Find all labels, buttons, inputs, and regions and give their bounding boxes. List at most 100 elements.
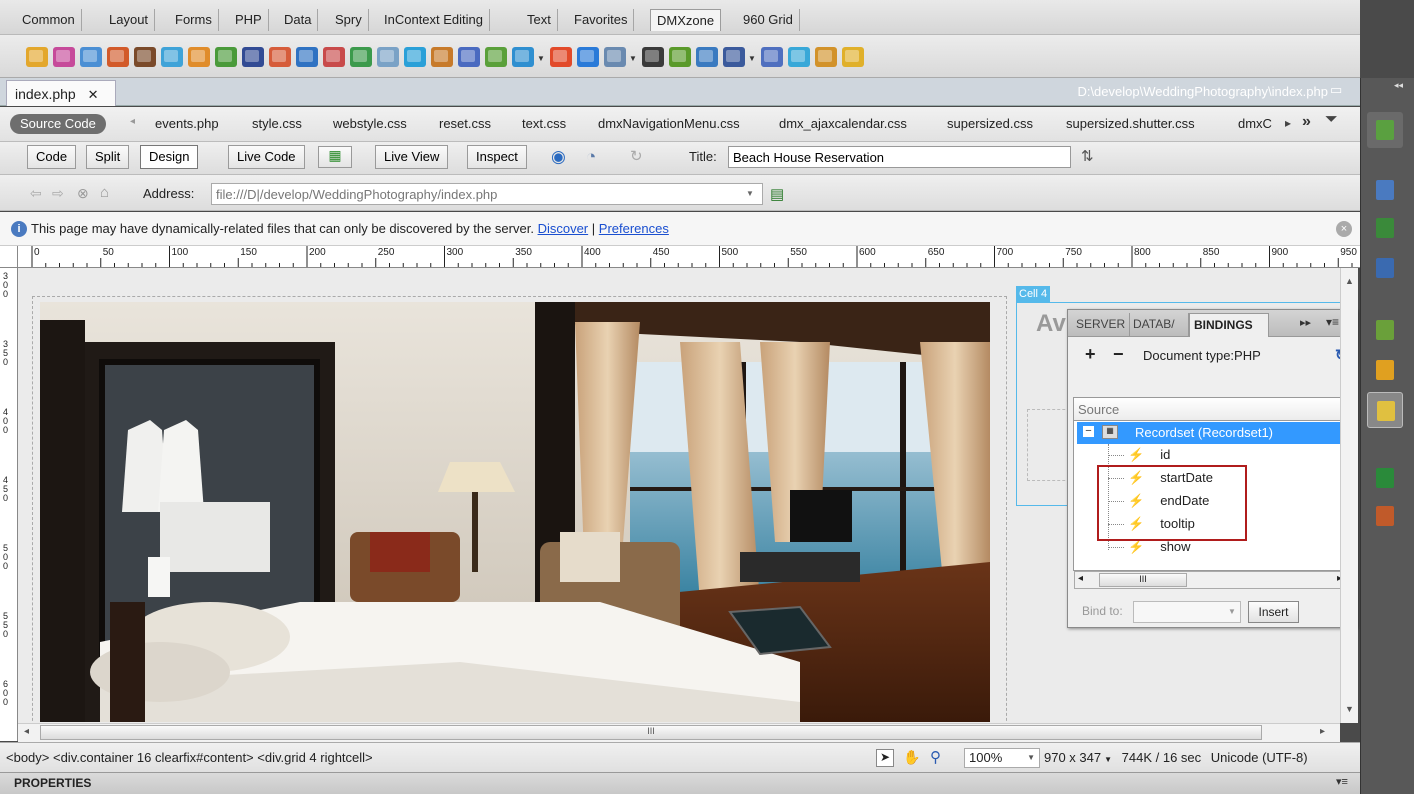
dock-bindings-button[interactable]: [1367, 392, 1403, 428]
insert-icon-18[interactable]: [485, 47, 507, 67]
close-icon[interactable]: ×: [1336, 221, 1352, 237]
chevron-down-icon[interactable]: ▼: [748, 54, 756, 63]
double-chevron-icon[interactable]: »: [1302, 113, 1311, 131]
window-size[interactable]: 970 x 347: [1044, 750, 1101, 765]
properties-bar[interactable]: [0, 772, 1360, 794]
address-dropdown-icon[interactable]: ▼: [746, 189, 754, 198]
add-binding-icon[interactable]: +: [1085, 344, 1096, 365]
pointer-tool-icon[interactable]: ➤: [876, 749, 894, 767]
insert-icon-21[interactable]: [577, 47, 599, 67]
canvas-vertical-scrollbar[interactable]: ▲ ▼: [1340, 268, 1358, 723]
related-file-navmenu[interactable]: dmxNavigationMenu.css: [598, 116, 740, 131]
insert-icon-26[interactable]: [723, 47, 745, 67]
insert-icon-5[interactable]: [134, 47, 156, 67]
dock-assets-button[interactable]: [1367, 498, 1403, 534]
scroll-down-icon[interactable]: ▼: [1345, 704, 1354, 714]
panel-expand-icon[interactable]: ▸▸: [1300, 316, 1311, 329]
insert-icon-27[interactable]: [761, 47, 783, 67]
scroll-right-icon[interactable]: ▸: [1285, 116, 1291, 130]
inspect-button[interactable]: Inspect: [467, 145, 527, 169]
tab-layout[interactable]: Layout: [103, 9, 156, 31]
stop-icon[interactable]: ⊗: [77, 185, 89, 202]
tree-horizontal-scrollbar[interactable]: ◂ III ▸: [1074, 571, 1348, 589]
insert-icon-10[interactable]: [269, 47, 291, 67]
dock-files-button[interactable]: [1367, 460, 1403, 496]
check-page-icon[interactable]: ▦: [318, 146, 352, 168]
insert-icon-22[interactable]: [604, 47, 626, 67]
related-file-reset[interactable]: reset.css: [439, 116, 491, 131]
related-file-text[interactable]: text.css: [522, 116, 566, 131]
source-code-button[interactable]: Source Code: [10, 114, 106, 134]
tab-data[interactable]: Data: [278, 9, 319, 31]
discover-link[interactable]: Discover: [538, 221, 589, 236]
chevron-down-icon[interactable]: ▼: [537, 54, 545, 63]
filter-icon[interactable]: ⏷: [1325, 111, 1338, 129]
related-file-shutter[interactable]: supersized.shutter.css: [1066, 116, 1195, 131]
cell-label[interactable]: Cell 4: [1016, 286, 1051, 302]
hand-tool-icon[interactable]: ✋: [903, 749, 920, 766]
insert-icon-8[interactable]: [215, 47, 237, 67]
source-column-header[interactable]: Source: [1073, 397, 1349, 421]
tab-dmxzone[interactable]: DMXzone: [650, 9, 722, 31]
file-management-icon[interactable]: ⇅: [1081, 147, 1094, 165]
panel-menu-icon[interactable]: ▾≡: [1326, 315, 1339, 329]
insert-icon-17[interactable]: [458, 47, 480, 67]
binding-field-row[interactable]: ⚡ id: [1108, 444, 1308, 466]
tab-960-grid[interactable]: 960 Grid: [737, 9, 800, 31]
insert-icon-2[interactable]: [53, 47, 75, 67]
related-file-supersized[interactable]: supersized.css: [947, 116, 1033, 131]
insert-icon-12[interactable]: [323, 47, 345, 67]
navigation-options-icon[interactable]: ▤: [770, 185, 784, 203]
scroll-left-icon[interactable]: ◂: [1078, 573, 1083, 584]
scroll-up-icon[interactable]: ▲: [1345, 276, 1354, 286]
address-input[interactable]: [211, 183, 763, 205]
tab-common[interactable]: Common: [16, 9, 82, 31]
live-code-button[interactable]: Live Code: [228, 145, 305, 169]
related-file-calendar[interactable]: dmx_ajaxcalendar.css: [779, 116, 907, 131]
restore-icon[interactable]: ▭: [1330, 82, 1342, 98]
back-icon[interactable]: ⇦: [30, 185, 42, 202]
insert-icon-19[interactable]: [512, 47, 534, 67]
design-view-button[interactable]: Design: [140, 145, 199, 169]
zoom-tool-icon[interactable]: ⚲: [930, 748, 941, 766]
insert-icon-23[interactable]: [642, 47, 664, 67]
panel-menu-icon[interactable]: ▾≡: [1336, 775, 1348, 788]
insert-icon-14[interactable]: [377, 47, 399, 67]
tab-incontext-editing[interactable]: InContext Editing: [378, 9, 491, 31]
dock-behaviors-button[interactable]: [1367, 312, 1403, 348]
forward-icon[interactable]: ⇨: [52, 185, 64, 202]
split-view-button[interactable]: Split: [86, 145, 130, 169]
zoom-select[interactable]: 100% ▼: [964, 748, 1040, 768]
scroll-thumb[interactable]: III: [40, 725, 1262, 740]
insert-icon-7[interactable]: [188, 47, 210, 67]
code-view-button[interactable]: Code: [27, 145, 77, 169]
collapse-dock-icon[interactable]: ◂◂: [1394, 80, 1403, 91]
bind-to-select[interactable]: ▼: [1133, 601, 1241, 623]
remove-binding-icon[interactable]: −: [1113, 344, 1124, 365]
insert-icon-16[interactable]: [431, 47, 453, 67]
tab-spry[interactable]: Spry: [329, 9, 369, 31]
tab-php[interactable]: PHP: [229, 9, 269, 31]
insert-icon-9[interactable]: [242, 47, 264, 67]
insert-icon-13[interactable]: [350, 47, 372, 67]
tab-forms[interactable]: Forms: [169, 9, 219, 31]
dock-css-button[interactable]: [1367, 172, 1403, 208]
live-view-button[interactable]: Live View: [375, 145, 449, 169]
tab-databases[interactable]: DATAB/: [1129, 313, 1189, 337]
title-input[interactable]: [728, 146, 1071, 168]
insert-icon-11[interactable]: [296, 47, 318, 67]
related-file-style[interactable]: style.css: [252, 116, 302, 131]
insert-icon-4[interactable]: [107, 47, 129, 67]
hotel-room-image[interactable]: [40, 302, 990, 722]
related-file-webstyle[interactable]: webstyle.css: [333, 116, 407, 131]
scroll-left-icon[interactable]: ◂: [24, 726, 29, 737]
home-icon[interactable]: ⌂: [100, 184, 109, 201]
chevron-down-icon[interactable]: ▼: [1104, 755, 1112, 764]
scroll-right-icon[interactable]: ▸: [1320, 726, 1325, 737]
preferences-link[interactable]: Preferences: [599, 221, 669, 236]
insert-icon-25[interactable]: [696, 47, 718, 67]
chevron-down-icon[interactable]: ▼: [629, 54, 637, 63]
tag-selector[interactable]: <body> <div.container 16 clearfix#conten…: [6, 750, 373, 765]
insert-icon-29[interactable]: [815, 47, 837, 67]
related-file-events[interactable]: events.php: [155, 116, 219, 131]
